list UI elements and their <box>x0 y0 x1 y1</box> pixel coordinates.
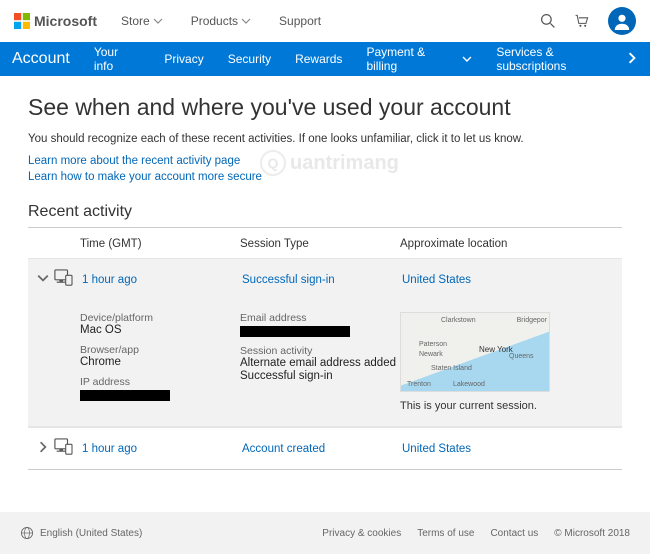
nav-your-info[interactable]: Your info <box>94 45 141 73</box>
language-selector[interactable]: English (United States) <box>20 526 142 540</box>
chevron-down-icon <box>462 54 472 64</box>
divider <box>28 469 622 470</box>
table-header: Time (GMT) Session Type Approximate loca… <box>28 228 622 258</box>
chevron-right-icon <box>626 52 638 64</box>
chevron-down-icon <box>241 16 251 26</box>
footer-privacy[interactable]: Privacy & cookies <box>322 528 401 539</box>
email-address-redacted <box>240 326 350 337</box>
nav-rewards[interactable]: Rewards <box>295 52 342 66</box>
footer: English (United States) Privacy & cookie… <box>0 512 650 554</box>
page-title: See when and where you've used your acco… <box>28 94 622 121</box>
nav-services-subscriptions[interactable]: Services & subscriptions <box>496 45 626 73</box>
location-map: Clarkstown Bridgepor Paterson Newark New… <box>400 312 550 392</box>
nav-products[interactable]: Products <box>191 14 251 28</box>
brand-name: Microsoft <box>34 13 97 29</box>
nav-security[interactable]: Security <box>228 52 271 66</box>
email-address-label: Email address <box>240 312 400 324</box>
session-activity-label: Session activity <box>240 345 400 357</box>
collapse-toggle[interactable] <box>34 272 52 287</box>
activity-row-1[interactable]: 1 hour ago Successful sign-in United Sta… <box>28 258 622 300</box>
person-icon <box>613 12 631 30</box>
col-session: Session Type <box>240 238 400 250</box>
account-heading[interactable]: Account <box>12 50 70 68</box>
chevron-right-icon <box>37 441 49 453</box>
session-activity-value-1: Alternate email address added <box>240 357 400 369</box>
current-session-caption: This is your current session. <box>400 400 616 412</box>
microsoft-logo[interactable]: Microsoft <box>14 13 97 29</box>
top-bar: Microsoft Store Products Support <box>0 0 650 42</box>
session-activity-value-2: Successful sign-in <box>240 370 400 382</box>
link-learn-activity[interactable]: Learn more about the recent activity pag… <box>28 155 622 167</box>
nav-scroll-right[interactable] <box>626 52 638 67</box>
expand-toggle[interactable] <box>34 441 52 456</box>
top-nav: Store Products Support <box>121 14 321 28</box>
link-learn-secure[interactable]: Learn how to make your account more secu… <box>28 171 622 183</box>
col-location: Approximate location <box>400 238 622 250</box>
row-session: Successful sign-in <box>242 274 402 286</box>
chevron-down-icon <box>37 272 49 284</box>
device-icon <box>52 438 78 459</box>
row-time: 1 hour ago <box>82 274 242 286</box>
browser-app-value: Chrome <box>80 356 240 368</box>
device-icon <box>52 269 78 290</box>
nav-store[interactable]: Store <box>121 14 163 28</box>
nav-privacy[interactable]: Privacy <box>164 52 203 66</box>
row-time: 1 hour ago <box>82 443 242 455</box>
footer-copyright: © Microsoft 2018 <box>554 528 630 539</box>
device-platform-label: Device/platform <box>80 312 240 324</box>
chevron-down-icon <box>153 16 163 26</box>
row-location: United States <box>402 274 616 286</box>
cart-icon[interactable] <box>574 13 590 29</box>
device-platform-value: Mac OS <box>80 324 240 336</box>
microsoft-icon <box>14 13 30 29</box>
nav-support[interactable]: Support <box>279 14 321 28</box>
globe-icon <box>20 526 34 540</box>
page-intro: You should recognize each of these recen… <box>28 133 622 145</box>
browser-app-label: Browser/app <box>80 344 240 356</box>
account-nav-bar: Account Your info Privacy Security Rewar… <box>0 42 650 76</box>
nav-payment-billing[interactable]: Payment & billing <box>366 45 472 73</box>
activity-details: Device/platform Mac OS Browser/app Chrom… <box>28 300 622 427</box>
footer-contact[interactable]: Contact us <box>490 528 538 539</box>
search-icon[interactable] <box>540 13 556 29</box>
recent-activity-heading: Recent activity <box>28 203 622 221</box>
footer-links: Privacy & cookies Terms of use Contact u… <box>322 528 630 539</box>
ip-address-label: IP address <box>80 376 240 388</box>
avatar[interactable] <box>608 7 636 35</box>
activity-row-2[interactable]: 1 hour ago Account created United States <box>28 427 622 469</box>
col-time: Time (GMT) <box>80 238 240 250</box>
ip-address-redacted <box>80 390 170 401</box>
row-location: United States <box>402 443 616 455</box>
main-content: See when and where you've used your acco… <box>0 76 650 494</box>
top-right-icons <box>540 7 636 35</box>
row-session: Account created <box>242 443 402 455</box>
footer-terms[interactable]: Terms of use <box>417 528 474 539</box>
